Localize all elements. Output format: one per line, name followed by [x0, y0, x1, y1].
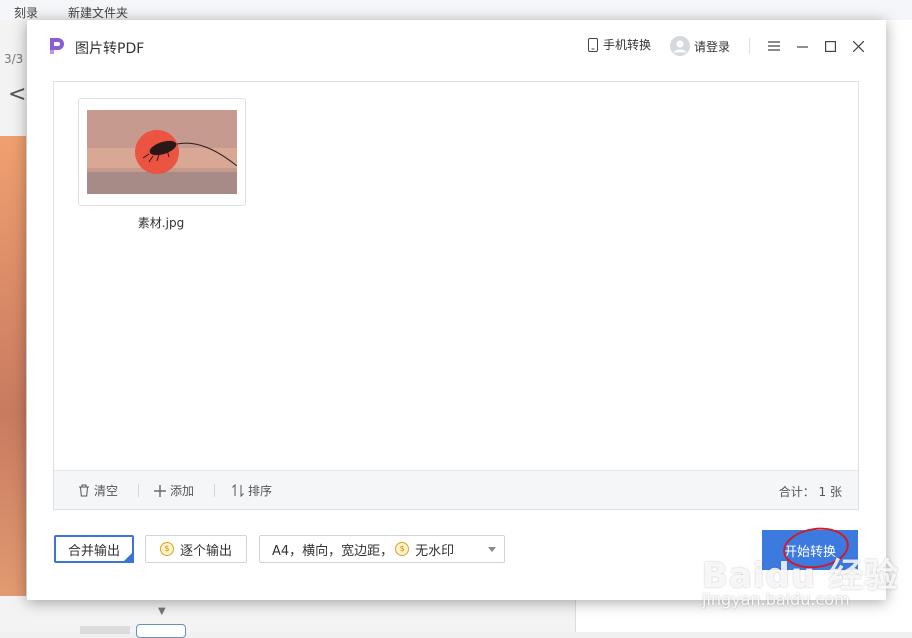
avatar-icon	[670, 36, 690, 56]
watermark-setting-value: 无水印	[415, 543, 455, 559]
background-thumbnail[interactable]	[80, 626, 130, 634]
titlebar-divider	[749, 38, 750, 54]
phone-icon	[588, 37, 598, 52]
dialog-titlebar: 图片转PDF 手机转换 请登录	[27, 20, 886, 74]
background-toolbar-item-new-folder[interactable]: 新建文件夹	[68, 4, 128, 21]
background-scroll-arrow-icon[interactable]: ▼	[158, 606, 166, 617]
background-thumbnail-selected[interactable]	[136, 624, 186, 638]
login-button[interactable]: 请登录	[670, 36, 730, 56]
selected-check-icon	[122, 551, 134, 563]
baidu-watermark-url: jingyan.baidu.com	[702, 590, 850, 609]
sort-button[interactable]: 排序	[232, 482, 272, 499]
clear-label: 清空	[94, 484, 119, 498]
coin-icon: $	[159, 542, 174, 556]
background-page-counter: 3/3	[4, 52, 24, 66]
merge-output-label: 合并输出	[67, 543, 120, 559]
sort-icon	[232, 484, 244, 497]
sunset-grass-picture	[87, 110, 237, 194]
file-panel-footer: 清空 添加 排序 合计： 1 张	[54, 470, 858, 509]
file-thumbnail-card[interactable]	[78, 98, 246, 206]
coin-icon: $	[395, 542, 410, 556]
phone-convert-label: 手机转换	[603, 38, 652, 52]
pdf-p-logo-icon	[50, 38, 64, 54]
single-output-label: 逐个输出	[179, 543, 232, 559]
total-value: 1 张	[818, 485, 842, 499]
single-output-button[interactable]: $ 逐个输出	[145, 535, 247, 563]
merge-output-button[interactable]: 合并输出	[54, 535, 134, 563]
background-image-preview	[0, 136, 26, 596]
footer-divider	[214, 484, 215, 497]
file-total: 合计： 1 张	[779, 483, 842, 500]
trash-icon	[79, 484, 89, 497]
page-setting-value: A4，横向，宽边距，	[272, 543, 394, 559]
file-name-label: 素材.jpg	[137, 216, 185, 230]
image-to-pdf-dialog: 图片转PDF 手机转换 请登录 素材.jpg 清空 添加 排序 合计： 1 张 …	[27, 20, 886, 600]
file-thumbnail-image	[87, 110, 237, 194]
chevron-down-icon	[488, 547, 496, 552]
background-back-icon[interactable]: <	[8, 82, 26, 107]
maximize-icon[interactable]	[821, 37, 839, 55]
page-setting-dropdown[interactable]: A4，横向，宽边距， $ 无水印	[259, 535, 505, 563]
minimize-icon[interactable]	[793, 37, 811, 55]
hamburger-menu-icon[interactable]	[765, 37, 783, 55]
total-label: 合计：	[778, 485, 815, 499]
phone-convert-button[interactable]: 手机转换	[587, 36, 651, 53]
footer-divider	[138, 484, 139, 497]
close-icon[interactable]	[849, 37, 867, 55]
background-toolbar-item-burn[interactable]: 刻录	[14, 4, 38, 21]
clear-button[interactable]: 清空	[78, 482, 118, 499]
sort-label: 排序	[248, 484, 273, 498]
add-label: 添加	[170, 484, 195, 498]
background-toolbar: 刻录 新建文件夹	[0, 0, 912, 21]
file-list-panel[interactable]: 素材.jpg 清空 添加 排序 合计： 1 张	[53, 81, 859, 510]
add-button[interactable]: 添加	[154, 482, 194, 499]
login-label: 请登录	[694, 39, 731, 54]
plus-icon	[154, 484, 166, 497]
app-title: 图片转PDF	[75, 41, 145, 57]
